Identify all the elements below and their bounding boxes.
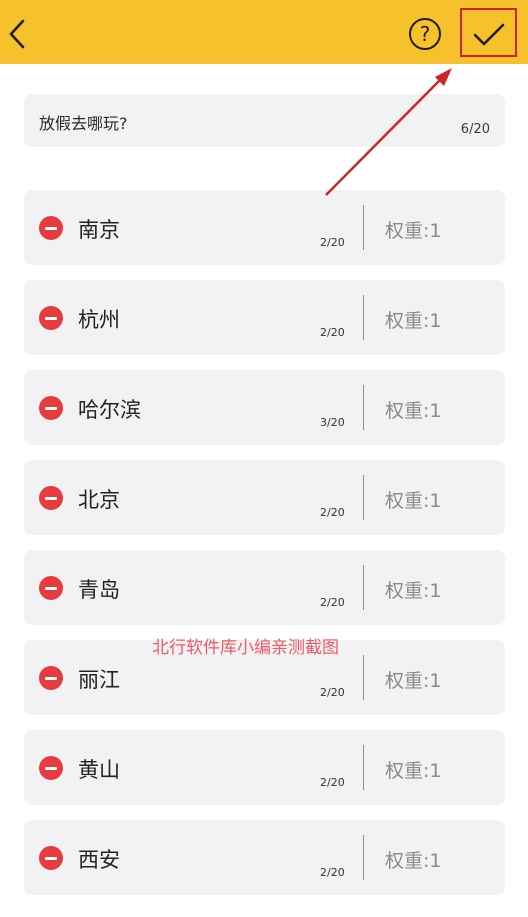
weight-field[interactable]: 权重:1 xyxy=(385,216,442,243)
option-char-count: 2/20 xyxy=(320,236,345,249)
option-row[interactable]: 南京 2/20 权重:1 xyxy=(24,190,505,265)
help-button[interactable]: ? xyxy=(409,18,441,50)
weight-field[interactable]: 权重:1 xyxy=(385,306,442,333)
question-text: 放假去哪玩? xyxy=(39,114,128,133)
option-row[interactable]: 哈尔滨 3/20 权重:1 xyxy=(24,370,505,445)
top-app-bar: ? xyxy=(0,0,528,64)
option-row[interactable]: 青岛 2/20 权重:1 xyxy=(24,550,505,625)
option-name[interactable]: 杭州 xyxy=(78,304,120,334)
remove-icon[interactable] xyxy=(39,486,63,510)
divider xyxy=(363,745,364,790)
option-name[interactable]: 青岛 xyxy=(78,574,120,604)
divider xyxy=(363,205,364,250)
weight-field[interactable]: 权重:1 xyxy=(385,486,442,513)
divider xyxy=(363,655,364,700)
option-char-count: 2/20 xyxy=(320,326,345,339)
divider xyxy=(363,475,364,520)
option-name[interactable]: 南京 xyxy=(78,214,120,244)
question-field[interactable]: 放假去哪玩? 6/20 xyxy=(24,94,505,147)
remove-icon[interactable] xyxy=(39,216,63,240)
option-row[interactable]: 丽江 2/20 权重:1 xyxy=(24,640,505,715)
divider xyxy=(363,295,364,340)
remove-icon[interactable] xyxy=(39,396,63,420)
option-row[interactable]: 西安 2/20 权重:1 xyxy=(24,820,505,895)
option-name[interactable]: 哈尔滨 xyxy=(78,394,141,424)
question-circle-icon: ? xyxy=(419,22,431,46)
option-char-count: 2/20 xyxy=(320,506,345,519)
option-row[interactable]: 杭州 2/20 权重:1 xyxy=(24,280,505,355)
option-name[interactable]: 黄山 xyxy=(78,754,120,784)
option-row[interactable]: 北京 2/20 权重:1 xyxy=(24,460,505,535)
checkmark-icon xyxy=(473,23,505,46)
option-name[interactable]: 丽江 xyxy=(78,664,120,694)
divider xyxy=(363,835,364,880)
back-button[interactable] xyxy=(2,12,38,56)
option-name[interactable]: 西安 xyxy=(78,844,120,874)
option-char-count: 2/20 xyxy=(320,596,345,609)
option-char-count: 2/20 xyxy=(320,686,345,699)
weight-field[interactable]: 权重:1 xyxy=(385,666,442,693)
weight-field[interactable]: 权重:1 xyxy=(385,756,442,783)
weight-field[interactable]: 权重:1 xyxy=(385,576,442,603)
remove-icon[interactable] xyxy=(39,576,63,600)
option-row[interactable]: 黄山 2/20 权重:1 xyxy=(24,730,505,805)
remove-icon[interactable] xyxy=(39,846,63,870)
remove-icon[interactable] xyxy=(39,756,63,780)
divider xyxy=(363,385,364,430)
option-char-count: 2/20 xyxy=(320,776,345,789)
remove-icon[interactable] xyxy=(39,666,63,690)
weight-field[interactable]: 权重:1 xyxy=(385,846,442,873)
option-name[interactable]: 北京 xyxy=(78,484,120,514)
question-char-count: 6/20 xyxy=(460,122,490,137)
chevron-left-icon xyxy=(9,19,25,49)
option-char-count: 3/20 xyxy=(320,416,345,429)
weight-field[interactable]: 权重:1 xyxy=(385,396,442,423)
remove-icon[interactable] xyxy=(39,306,63,330)
option-char-count: 2/20 xyxy=(320,866,345,879)
confirm-button[interactable] xyxy=(467,14,511,54)
divider xyxy=(363,565,364,610)
